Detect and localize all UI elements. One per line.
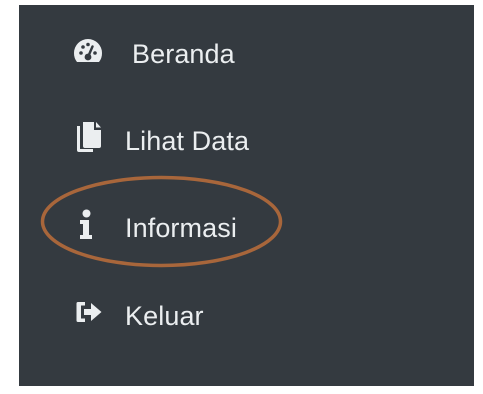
sidebar-item-label: Keluar — [125, 301, 204, 331]
highlight-ellipse — [40, 175, 283, 268]
sidebar-item-label: Lihat Data — [125, 126, 250, 156]
tachometer-icon — [71, 36, 105, 66]
sidebar-item-beranda[interactable]: Beranda — [19, 22, 474, 82]
sidebar-item-keluar[interactable]: Keluar — [19, 283, 474, 343]
sign-out-icon — [75, 300, 103, 324]
sidebar-item-lihat-data[interactable]: Lihat Data — [19, 109, 474, 169]
sidebar-item-label: Beranda — [132, 39, 235, 69]
copy-files-icon — [75, 120, 103, 154]
